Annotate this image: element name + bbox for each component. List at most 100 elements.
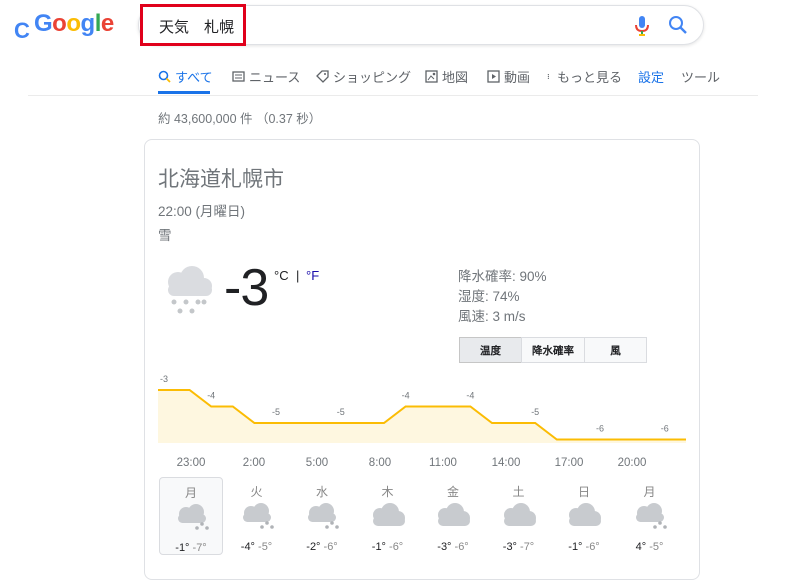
tab-videos[interactable]: 動画 xyxy=(487,67,530,86)
forecast-day-name: 水 xyxy=(315,485,328,499)
forecast-day[interactable]: 木 -1° -6° xyxy=(356,477,420,555)
weather-condition: 雪 xyxy=(158,228,172,243)
forecast-temperatures: -1° -6° xyxy=(356,541,420,553)
forecast-day[interactable]: 月 4° -5° xyxy=(618,477,682,555)
chart-tick-label: 17:00 xyxy=(554,457,584,469)
forecast-temperatures: -1° -6° xyxy=(552,541,616,553)
forecast-low: -7° xyxy=(192,542,207,554)
forecast-high: -1° xyxy=(568,541,583,553)
forecast-day-name: 土 xyxy=(512,485,525,499)
forecast-day[interactable]: 土 -3° -7° xyxy=(487,477,551,555)
cloud-icon xyxy=(368,503,408,531)
forecast-low: -5° xyxy=(649,541,664,553)
microphone-icon[interactable] xyxy=(634,15,650,37)
chart-tick-label: 2:00 xyxy=(242,457,266,469)
chart-point-label: -3 xyxy=(160,374,168,384)
chart-tick-label: 23:00 xyxy=(176,457,206,469)
snow-icon xyxy=(302,503,342,531)
tab-settings[interactable]: 設定 xyxy=(638,67,664,86)
forecast-high: -4° xyxy=(240,541,255,553)
forecast-day-name: 月 xyxy=(184,486,197,500)
tab-all[interactable]: すべて xyxy=(158,67,213,86)
tab-label: 地図 xyxy=(442,70,469,85)
snow-icon xyxy=(172,504,212,532)
cloud-icon xyxy=(564,503,604,531)
tab-shopping[interactable]: ショッピング xyxy=(316,67,411,86)
forecast-high: -1° xyxy=(175,542,190,554)
forecast-high: 4° xyxy=(635,541,647,553)
tag-icon xyxy=(316,70,329,83)
chart-tick-label: 14:00 xyxy=(491,457,521,469)
chart-point-label: -5 xyxy=(272,407,280,417)
tab-label: 設定 xyxy=(638,70,665,85)
forecast-low: -6° xyxy=(323,541,338,553)
google-logo[interactable]: C Google xyxy=(14,10,114,44)
chart-point-label: -5 xyxy=(337,407,345,417)
tab-label: 動画 xyxy=(504,70,531,85)
chart-point-label: -6 xyxy=(661,424,669,434)
logo-fragment: C xyxy=(14,18,30,43)
forecast-day-name: 金 xyxy=(446,485,459,499)
chart-point-label: -4 xyxy=(466,391,474,401)
tab-label: すべて xyxy=(175,70,213,85)
cloud-icon xyxy=(433,503,473,531)
forecast-temperatures: -1° -7° xyxy=(160,542,222,554)
forecast-temperatures: -2° -6° xyxy=(290,541,354,553)
tab-tools[interactable]: ツール xyxy=(681,67,720,86)
forecast-high: -3° xyxy=(502,541,517,553)
forecast-day-name: 日 xyxy=(577,485,590,499)
header-divider xyxy=(28,95,758,96)
forecast-temperatures: -3° -6° xyxy=(421,541,485,553)
weather-datetime: 22:00 (月曜日) xyxy=(158,204,246,219)
chart-tick-label: 11:00 xyxy=(429,457,457,469)
precipitation: 降水確率: 90% xyxy=(458,269,547,284)
query-highlight-box[interactable]: 天気 札幌 xyxy=(140,4,246,46)
forecast-day[interactable]: 水 -2° -6° xyxy=(290,477,354,555)
forecast-temperatures: -3° -7° xyxy=(487,541,551,553)
snow-icon xyxy=(237,503,277,531)
forecast-day[interactable]: 火 -4° -5° xyxy=(225,477,289,555)
chart-point-label: -4 xyxy=(207,391,215,401)
tab-label: ツール xyxy=(681,70,721,85)
tab-maps[interactable]: 地図 xyxy=(425,67,468,86)
map-icon xyxy=(425,70,438,83)
chart-point-label: -4 xyxy=(402,391,410,401)
forecast-day[interactable]: 月 -1° -7° xyxy=(159,477,223,555)
video-icon xyxy=(487,70,500,83)
unit-celsius[interactable]: °C xyxy=(274,268,289,283)
forecast-day-name: 火 xyxy=(250,485,263,499)
forecast-day-name: 木 xyxy=(381,485,394,499)
unit-separator: | xyxy=(296,268,300,283)
humidity: 湿度: 74% xyxy=(458,289,520,304)
google-doodle-logo: Google xyxy=(34,10,114,37)
chart-area xyxy=(158,390,686,443)
forecast-temperatures: 4° -5° xyxy=(618,541,682,553)
forecast-low: -6° xyxy=(454,541,469,553)
tab-more[interactable]: もっと見る xyxy=(547,67,622,86)
forecast-high: -1° xyxy=(371,541,386,553)
tab-label: ショッピング xyxy=(333,70,412,85)
more-icon xyxy=(547,74,549,79)
chart-tick-label: 5:00 xyxy=(305,457,329,469)
snow-icon xyxy=(168,266,212,314)
current-temperature: -3 xyxy=(224,259,269,317)
tab-news[interactable]: ニュース xyxy=(232,67,300,86)
forecast-temperatures: -4° -5° xyxy=(225,541,289,553)
search-input[interactable]: 天気 札幌 xyxy=(159,16,234,37)
hourly-temperature-chart[interactable]: -3 -4 -5 -5 -4 -4 -5 -6 -6 xyxy=(158,360,686,455)
forecast-high: -2° xyxy=(306,541,321,553)
cloud-icon xyxy=(499,503,539,531)
forecast-low: -7° xyxy=(520,541,535,553)
forecast-day-name: 月 xyxy=(643,485,656,499)
forecast-low: -6° xyxy=(585,541,600,553)
unit-fahrenheit[interactable]: °F xyxy=(306,268,319,283)
search-icon[interactable] xyxy=(668,15,688,35)
chart-point-label: -5 xyxy=(531,407,539,417)
result-stats: 約 43,600,000 件 （0.37 秒） xyxy=(158,112,322,126)
weather-location: 北海道札幌市 xyxy=(158,168,284,191)
forecast-day[interactable]: 金 -3° -6° xyxy=(421,477,485,555)
tab-label: ニュース xyxy=(249,70,301,85)
wind-speed: 風速: 3 m/s xyxy=(458,309,526,324)
forecast-day[interactable]: 日 -1° -6° xyxy=(552,477,616,555)
chart-point-label: -6 xyxy=(596,424,604,434)
